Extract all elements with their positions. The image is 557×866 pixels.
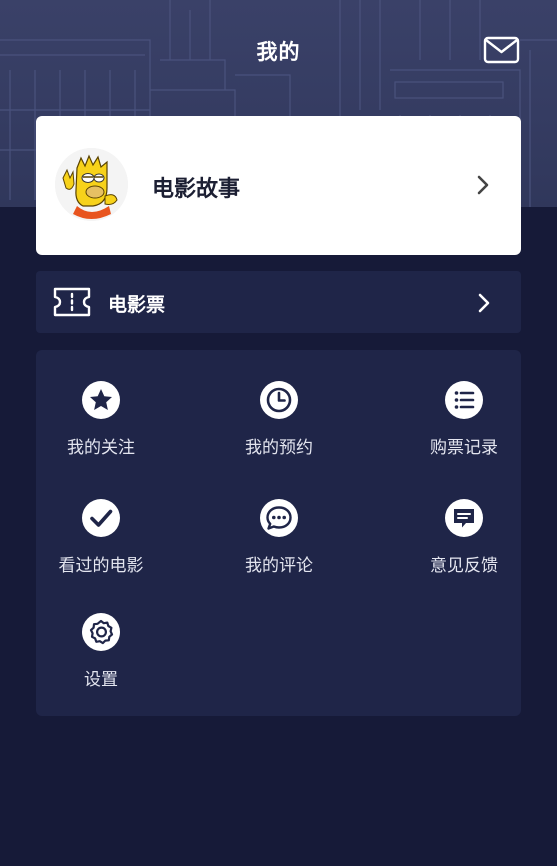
menu-item-following[interactable]: 我的关注 bbox=[36, 381, 166, 467]
menu-item-label: 看过的电影 bbox=[58, 556, 144, 576]
menu-grid: 我的关注 我的预约 购票记录 看过的电影 我的评论 意见反馈 设置 bbox=[36, 350, 521, 716]
menu-item-label: 购票记录 bbox=[430, 438, 498, 458]
clock-icon bbox=[260, 381, 298, 419]
chevron-right-icon bbox=[477, 175, 489, 195]
chevron-right-icon bbox=[478, 293, 490, 313]
menu-item-settings[interactable]: 设置 bbox=[36, 613, 166, 699]
ticket-label: 电影票 bbox=[108, 294, 166, 316]
feedback-icon bbox=[445, 499, 483, 537]
mail-button[interactable] bbox=[483, 36, 520, 64]
menu-item-label: 我的评论 bbox=[245, 556, 313, 576]
profile-page: 我的 电影故事 电影票 我的关注 我的预约 购票记录 看过的电影 我的评论 意见… bbox=[0, 0, 557, 866]
menu-item-comments[interactable]: 我的评论 bbox=[214, 499, 344, 585]
menu-item-reservations[interactable]: 我的预约 bbox=[214, 381, 344, 467]
page-title: 我的 bbox=[256, 40, 301, 64]
menu-item-label: 设置 bbox=[84, 670, 118, 690]
avatar[interactable] bbox=[55, 148, 128, 221]
movie-ticket-row[interactable]: 电影票 bbox=[36, 271, 521, 333]
mail-icon bbox=[483, 36, 520, 64]
menu-item-feedback[interactable]: 意见反馈 bbox=[399, 499, 529, 585]
star-icon bbox=[82, 381, 120, 419]
menu-item-label: 意见反馈 bbox=[430, 556, 498, 576]
menu-item-label: 我的预约 bbox=[245, 438, 313, 458]
comment-icon bbox=[260, 499, 298, 537]
profile-card[interactable]: 电影故事 bbox=[36, 116, 521, 255]
menu-item-label: 我的关注 bbox=[67, 438, 135, 458]
check-icon bbox=[82, 499, 120, 537]
ticket-icon bbox=[53, 287, 91, 317]
menu-item-purchase-history[interactable]: 购票记录 bbox=[399, 381, 529, 467]
cartoon-avatar-icon bbox=[55, 148, 128, 221]
list-icon bbox=[445, 381, 483, 419]
menu-item-watched[interactable]: 看过的电影 bbox=[36, 499, 166, 585]
gear-icon bbox=[82, 613, 120, 651]
profile-name: 电影故事 bbox=[152, 177, 241, 202]
